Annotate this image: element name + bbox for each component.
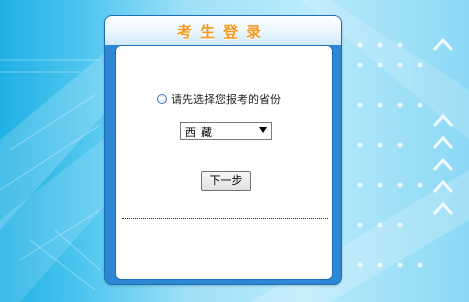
up-arrow-icon <box>432 37 454 52</box>
dropdown-arrow-icon <box>259 127 267 133</box>
up-arrow-icon <box>432 113 454 128</box>
dotted-divider <box>122 218 328 219</box>
up-arrow-icon <box>432 179 454 194</box>
province-select[interactable]: 西藏 <box>180 122 272 140</box>
province-prompt: 请先选择您报考的省份 <box>157 91 281 107</box>
radio-icon <box>157 94 167 104</box>
panel-header: 考生登录 <box>105 16 341 45</box>
up-arrow-icon <box>432 135 454 150</box>
province-prompt-label: 请先选择您报考的省份 <box>171 93 281 106</box>
up-arrow-icon <box>432 157 454 172</box>
next-step-button[interactable]: 下一步 <box>201 171 251 191</box>
panel-body: 请先选择您报考的省份 西藏 下一步 <box>115 45 333 280</box>
province-select-value: 西藏 <box>185 126 217 139</box>
login-panel: 考生登录 请先选择您报考的省份 西藏 下一步 <box>104 15 342 285</box>
up-arrow-icon <box>432 201 454 216</box>
panel-title: 考生登录 <box>176 23 269 41</box>
